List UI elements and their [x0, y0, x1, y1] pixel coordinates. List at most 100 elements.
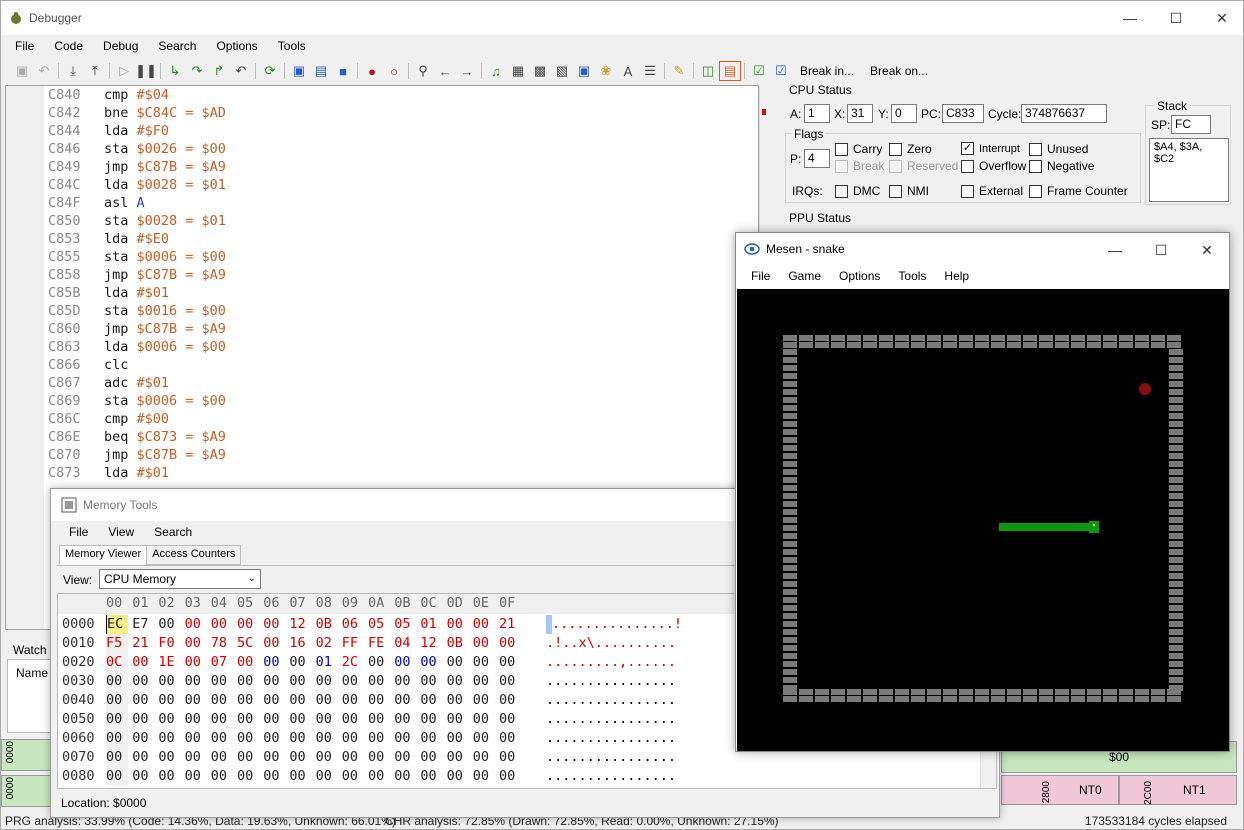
mem-menu-view[interactable]: View [98, 525, 144, 539]
hex-byte[interactable]: 00 [394, 767, 410, 786]
step-back-icon[interactable]: ↶ [230, 61, 252, 81]
negative-checkbox[interactable]: Negative [1029, 159, 1094, 173]
save-icon[interactable]: ▣ [11, 61, 33, 81]
hex-byte[interactable]: 00 [473, 748, 489, 767]
hex-byte[interactable]: 00 [316, 691, 332, 710]
hex-byte[interactable]: 00 [237, 710, 253, 729]
hex-byte[interactable]: 00 [447, 710, 463, 729]
hex-byte[interactable]: 00 [263, 672, 279, 691]
hex-byte[interactable]: 00 [237, 691, 253, 710]
hex-byte[interactable]: 00 [132, 729, 148, 748]
hex-byte[interactable]: 02 [316, 634, 332, 653]
ppu-viewer-icon[interactable]: ▣ [573, 61, 595, 81]
hex-byte[interactable]: 00 [420, 691, 436, 710]
hex-byte[interactable]: 00 [132, 767, 148, 786]
hex-row[interactable]: 0080 00 00 00 00 00 00 00 00 00 00 00 00 00 00 00 00....… [58, 767, 996, 786]
hex-byte[interactable]: 00 [263, 615, 279, 634]
mesen-menu-game[interactable]: Game [779, 269, 830, 283]
hex-byte[interactable]: 00 [185, 691, 201, 710]
hex-byte[interactable]: 00 [499, 691, 515, 710]
mesen-menu-options[interactable]: Options [830, 269, 889, 283]
sp-input[interactable]: FC [1171, 115, 1211, 134]
pc-input[interactable]: C833 [942, 104, 984, 123]
hex-byte[interactable]: 00 [106, 710, 128, 729]
cycle-input[interactable]: 374876637 [1021, 104, 1107, 123]
game-screen[interactable] [737, 289, 1229, 751]
edit-icon[interactable]: ✎ [668, 61, 690, 81]
hex-byte[interactable]: 00 [499, 748, 515, 767]
hex-byte[interactable]: 1E [158, 653, 174, 672]
run-ppu-icon[interactable]: ⟳ [259, 61, 281, 81]
help-icon[interactable]: ☑ [770, 61, 792, 81]
hex-byte[interactable]: 00 [316, 729, 332, 748]
hex-byte[interactable]: 00 [185, 748, 201, 767]
hex-byte[interactable]: 00 [185, 729, 201, 748]
stack-values[interactable]: $A4, $3A, $C2 [1149, 138, 1229, 202]
menu-debug[interactable]: Debug [93, 39, 148, 53]
export-icon[interactable]: ⤒ [84, 61, 106, 81]
hex-byte[interactable]: 00 [420, 672, 436, 691]
event-viewer-icon[interactable]: ▩ [529, 61, 551, 81]
hex-byte[interactable]: 00 [368, 729, 384, 748]
hex-ascii[interactable]: ................ [546, 748, 676, 767]
hex-byte[interactable]: 00 [132, 748, 148, 767]
hex-byte[interactable]: 0B [316, 615, 332, 634]
hex-byte[interactable]: 00 [132, 672, 148, 691]
hex-byte[interactable]: 0C [106, 653, 128, 672]
hex-byte[interactable]: 12 [420, 634, 436, 653]
hex-byte[interactable]: 21 [132, 634, 148, 653]
hex-byte[interactable]: 00 [420, 710, 436, 729]
hex-byte[interactable]: F0 [158, 634, 174, 653]
hex-ascii[interactable]: ................ [546, 729, 676, 748]
break-in-button[interactable]: Break in... [792, 64, 862, 78]
hex-byte[interactable]: 00 [158, 767, 174, 786]
hex-ascii[interactable]: ................ [546, 672, 676, 691]
hex-byte[interactable]: 00 [499, 710, 515, 729]
unused-checkbox[interactable]: Unused [1029, 142, 1088, 156]
hex-byte[interactable]: 00 [263, 710, 279, 729]
step-into-icon[interactable]: ↳ [164, 61, 186, 81]
hex-byte[interactable]: 00 [368, 767, 384, 786]
hex-byte[interactable]: 00 [185, 710, 201, 729]
hex-byte[interactable]: 78 [211, 634, 227, 653]
hex-byte[interactable]: 00 [447, 748, 463, 767]
hex-byte[interactable]: 00 [342, 691, 358, 710]
hex-byte[interactable]: 00 [289, 748, 305, 767]
assembler-icon[interactable]: ▦ [507, 61, 529, 81]
hex-ascii[interactable]: ................ [546, 691, 676, 710]
hex-byte[interactable]: 0B [447, 634, 463, 653]
minimize-button[interactable]: — [1107, 1, 1153, 35]
hex-byte[interactable]: 05 [368, 615, 384, 634]
hex-byte[interactable]: 00 [473, 710, 489, 729]
hex-byte[interactable]: 00 [368, 691, 384, 710]
step-over-icon[interactable]: ↷ [186, 61, 208, 81]
hex-ascii[interactable]: ................ [546, 767, 676, 786]
hex-byte[interactable]: 00 [106, 672, 128, 691]
hex-byte[interactable]: 00 [316, 767, 332, 786]
hex-byte[interactable]: 00 [420, 729, 436, 748]
hex-byte[interactable]: 00 [447, 691, 463, 710]
hex-byte[interactable]: 00 [473, 729, 489, 748]
break-on-button[interactable]: Break on... [862, 64, 936, 78]
hex-byte[interactable]: 00 [420, 653, 436, 672]
x-register-input[interactable]: 31 [847, 104, 873, 123]
frame-counter-irq-checkbox[interactable]: Frame Counter [1029, 184, 1128, 198]
hex-byte[interactable]: 00 [289, 729, 305, 748]
hex-byte[interactable]: 00 [106, 691, 128, 710]
hex-byte[interactable]: 00 [237, 653, 253, 672]
hex-byte[interactable]: 00 [106, 729, 128, 748]
text-hook-icon[interactable]: A [617, 61, 639, 81]
hex-byte[interactable]: 00 [185, 672, 201, 691]
continue-icon[interactable]: ▷ [113, 61, 135, 81]
hex-byte[interactable]: 00 [394, 710, 410, 729]
find-icon[interactable]: ⚲ [412, 61, 434, 81]
external-irq-checkbox[interactable]: External [961, 184, 1023, 198]
memory-type-select[interactable]: CPU Memory ⌄ [99, 569, 261, 589]
hex-byte[interactable]: 00 [316, 672, 332, 691]
hex-byte[interactable]: 00 [473, 691, 489, 710]
hex-byte[interactable]: 00 [158, 615, 174, 634]
zero-checkbox[interactable]: Zero [889, 142, 932, 156]
hex-byte[interactable]: 04 [394, 634, 410, 653]
hex-byte[interactable]: 00 [263, 748, 279, 767]
hex-byte[interactable]: 00 [368, 653, 384, 672]
